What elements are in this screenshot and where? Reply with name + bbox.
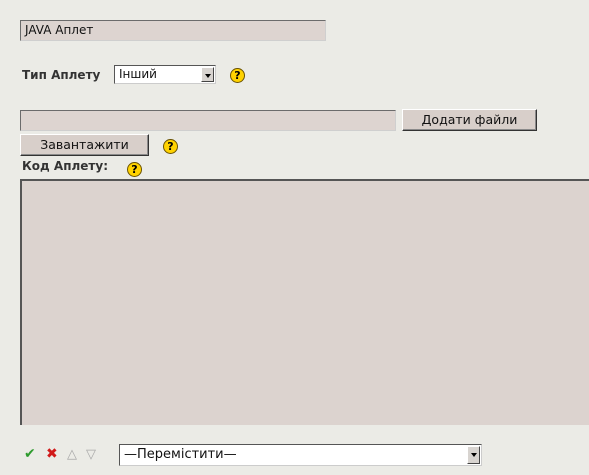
add-files-button[interactable]: Додати файли [402, 109, 537, 131]
delete-icon[interactable]: ✖ [46, 446, 58, 462]
applet-code-textarea[interactable] [20, 179, 589, 425]
help-icon[interactable]: ? [127, 162, 142, 177]
move-up-icon[interactable]: △ [67, 447, 77, 462]
accept-icon[interactable]: ✔ [24, 446, 36, 462]
title-input[interactable]: JAVA Аплет [20, 20, 326, 41]
title-input-value: JAVA Аплет [25, 23, 94, 37]
file-path-input[interactable] [20, 110, 396, 131]
applet-type-dropdown-icon[interactable] [201, 67, 214, 82]
help-icon[interactable]: ? [163, 139, 178, 154]
applet-type-select[interactable]: Інший [114, 65, 216, 84]
move-down-icon[interactable]: ▽ [86, 447, 96, 462]
move-select-selected: —Перемістити— [124, 447, 237, 462]
applet-type-label: Тип Аплету [22, 68, 101, 82]
upload-button[interactable]: Завантажити [20, 134, 149, 156]
applet-type-selected: Інший [119, 67, 157, 81]
help-icon[interactable]: ? [230, 68, 245, 83]
applet-code-label: Код Аплету: [22, 159, 109, 173]
move-select-dropdown-icon[interactable] [467, 446, 480, 464]
move-select[interactable]: —Перемістити— [119, 444, 482, 466]
